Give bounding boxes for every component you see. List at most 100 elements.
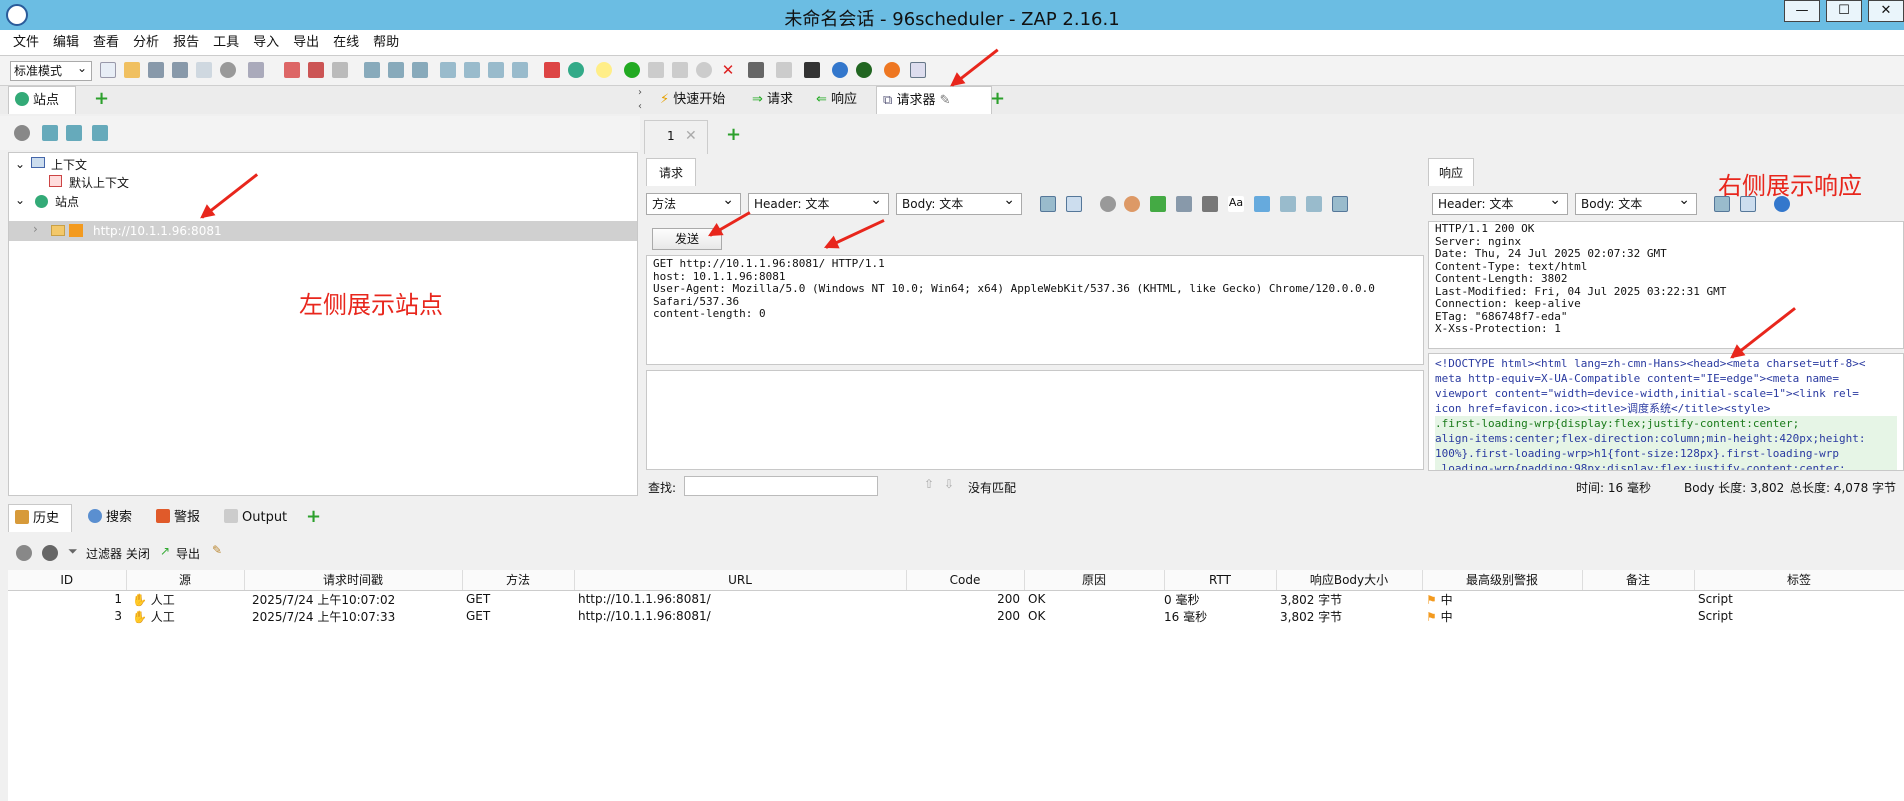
layout-3-icon[interactable] [412,62,428,78]
find-input[interactable] [684,476,878,496]
menu-online[interactable]: 在线 [326,30,366,56]
lightbulb-icon[interactable] [596,62,612,78]
response-body-view[interactable]: <!DOCTYPE html><html lang=zh-cmn-Hans><h… [1428,353,1904,471]
col-alert[interactable]: 最高级别警报 [1422,570,1583,591]
export-button[interactable]: 导出 [176,545,200,562]
split-horizontal-icon[interactable] [1040,196,1056,212]
col-tag[interactable]: 标签 [1694,570,1904,591]
request-header-view-select[interactable]: Header: 文本 [748,190,889,215]
response-header-view[interactable]: HTTP/1.1 200 OK Server: nginx Date: Thu, 2… [1428,221,1904,349]
maximize-button[interactable]: ☐ [1826,0,1862,22]
request-body-editor[interactable] [646,370,1424,470]
menu-edit[interactable]: 编辑 [46,30,86,56]
request-editor[interactable]: GET http://10.1.1.96:8081/ HTTP/1.1 host:… [646,255,1424,365]
menu-tools[interactable]: 工具 [206,30,246,56]
fix-length-icon[interactable] [1176,196,1192,212]
step-icon[interactable] [648,62,664,78]
firefox-icon[interactable] [884,62,900,78]
snapshot-icon[interactable] [172,62,188,78]
col-timestamp[interactable]: 请求时间戳 [244,570,463,591]
mode-select[interactable]: 标准模式 [10,59,92,81]
terminal-icon[interactable] [804,62,820,78]
tab-response[interactable]: ⇐ 响应 [810,86,863,114]
add-tab-button[interactable]: + [984,86,1011,114]
tab-view-icon[interactable] [1280,196,1296,212]
requester-subtab[interactable]: 1 ✕ [644,120,708,154]
tab-alerts[interactable]: 警报 [150,504,206,532]
tab-quick-start[interactable]: ⚡ 快速开始 [654,86,731,114]
col-id[interactable]: ID [8,570,127,591]
split-vertical-icon[interactable] [1066,196,1082,212]
menu-view[interactable]: 查看 [86,30,126,56]
menu-report[interactable]: 报告 [166,30,206,56]
notes-icon[interactable] [910,62,926,78]
menu-export[interactable]: 导出 [286,30,326,56]
col-reason[interactable]: 原因 [1024,570,1165,591]
hud-icon[interactable] [856,62,872,78]
response-body-view-select[interactable]: Body: 文本 [1575,190,1697,215]
save-session-icon[interactable] [148,62,164,78]
scope-icon[interactable] [284,62,300,78]
col-code[interactable]: Code [906,570,1025,591]
stop-icon[interactable] [696,62,712,78]
layout-b-icon[interactable] [1332,196,1348,212]
col-rtt[interactable]: RTT [1164,570,1277,591]
cookie-icon[interactable] [1124,196,1140,212]
session-properties-icon[interactable] [196,62,212,78]
new-context-icon[interactable] [42,125,58,141]
tree-context[interactable]: 上下文 [51,156,87,173]
response-help-icon[interactable] [1774,196,1790,212]
lock-icon[interactable] [1202,196,1218,212]
layout-4-icon[interactable] [440,62,456,78]
tree-toggle-sites[interactable]: ⌄ [15,193,25,207]
response-split-horizontal-icon[interactable] [1714,196,1730,212]
response-split-vertical-icon[interactable] [1740,196,1756,212]
layout-6-icon[interactable] [488,62,504,78]
options-gear-icon[interactable] [220,62,236,78]
col-size[interactable]: 响应Body大小 [1276,570,1423,591]
tab-request[interactable]: ⇒ 请求 [746,86,799,114]
request-body-view-select[interactable]: Body: 文本 [896,190,1022,215]
add-requester-tab-button[interactable]: + [726,122,741,148]
context-icon[interactable] [248,62,264,78]
add-tab-button[interactable]: + [88,86,115,114]
follow-redirect-icon[interactable] [1150,196,1166,212]
pin-icon[interactable]: ✎ [940,93,951,108]
tree-default-context[interactable]: 默认上下文 [69,174,129,191]
continue-icon[interactable] [672,62,688,78]
break-icon[interactable] [1100,196,1116,212]
drop-x-icon[interactable]: ✕ [720,62,736,78]
col-url[interactable]: URL [574,570,907,591]
tab-history[interactable]: 历史 [8,504,72,532]
manage-add-ons-icon[interactable] [776,62,792,78]
layout-5-icon[interactable] [464,62,480,78]
add-tab-button[interactable]: + [300,504,327,532]
find-next-icon[interactable]: ⇩ [944,477,954,491]
export-context-icon[interactable] [92,125,108,141]
response-header-view-select[interactable]: Header: 文本 [1432,190,1568,215]
layout-2-icon[interactable] [388,62,404,78]
minimize-button[interactable]: — [1784,0,1820,22]
tree-sites[interactable]: 站点 [55,193,79,210]
menu-file[interactable]: 文件 [6,30,46,56]
layout-1-icon[interactable] [364,62,380,78]
show-sites-only-icon[interactable] [14,125,30,141]
menu-import[interactable]: 导入 [246,30,286,56]
plugins-icon[interactable] [544,62,560,78]
method-select[interactable]: 方法 [646,190,741,215]
link-icon[interactable] [42,545,58,561]
col-source[interactable]: 源 [126,570,245,591]
help-icon[interactable] [832,62,848,78]
show-tab-icon[interactable] [332,62,348,78]
tab-sites[interactable]: 站点 [8,86,76,114]
menu-help[interactable]: 帮助 [366,30,406,56]
request-title[interactable]: 请求 [646,158,696,186]
layout-7-icon[interactable] [512,62,528,78]
encode-icon[interactable] [1254,196,1270,212]
break-green-icon[interactable] [624,62,640,78]
table-row[interactable]: 3 ✋ 人工 2025/7/24 上午10:07:33 GET http://1… [8,608,1904,625]
scan-policy-icon[interactable] [748,62,764,78]
find-previous-icon[interactable]: ⇧ [924,477,934,491]
filter-button[interactable]: 过滤器 关闭 [86,545,150,562]
import-context-icon[interactable] [66,125,82,141]
